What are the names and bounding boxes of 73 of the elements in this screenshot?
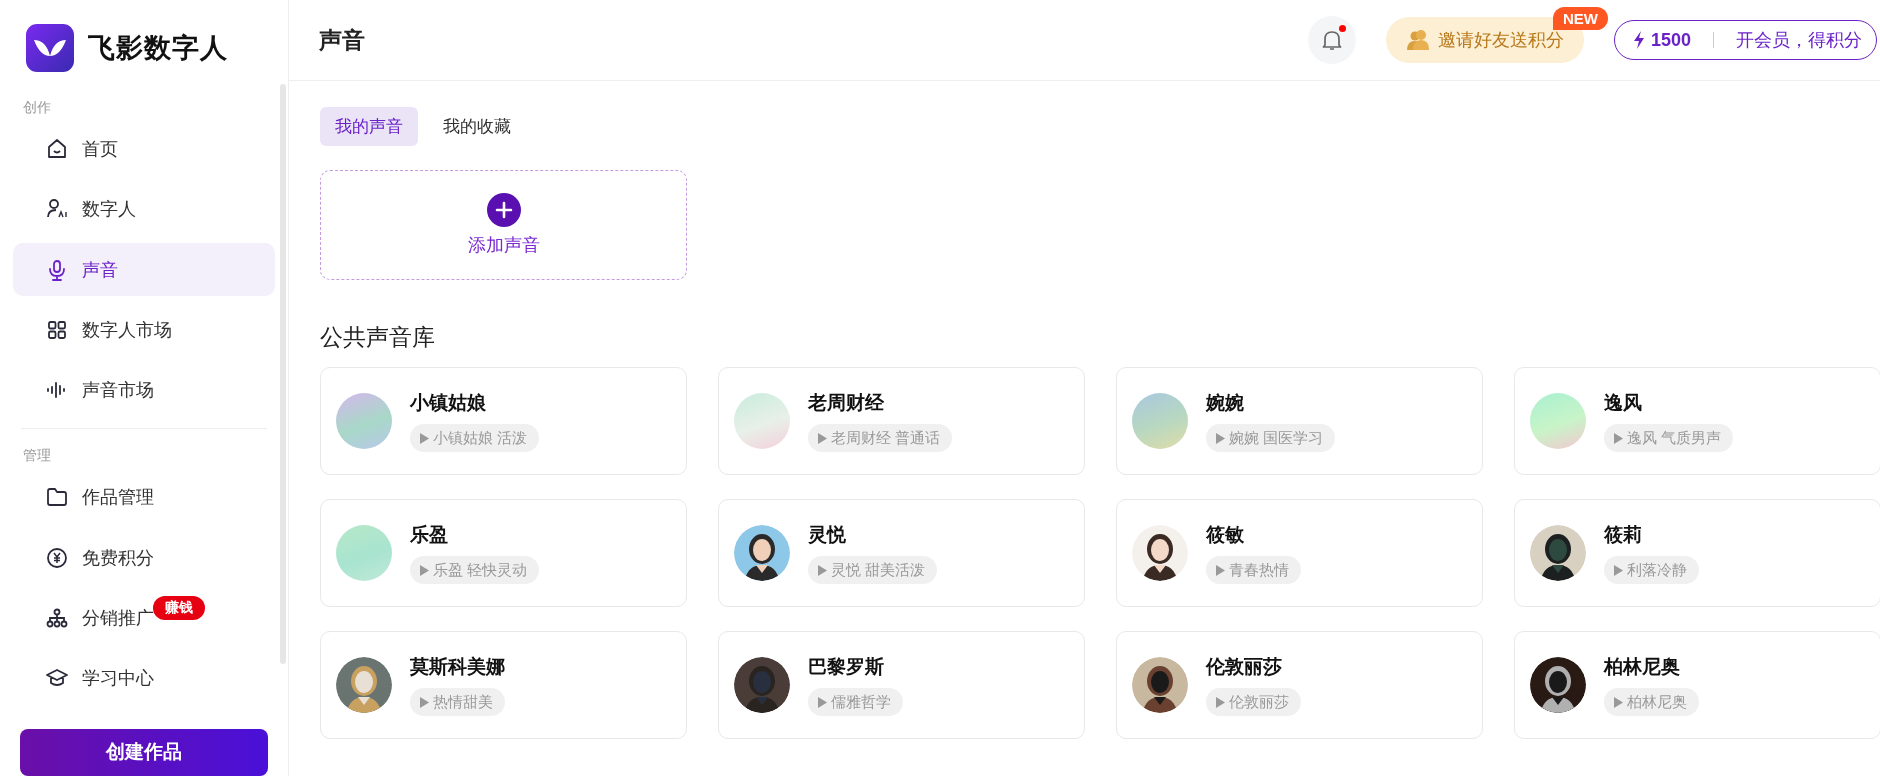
voice-name: 莫斯科美娜 — [410, 655, 505, 679]
gradient-avatar — [1530, 393, 1586, 449]
play-icon — [420, 432, 429, 444]
logo-icon — [26, 24, 74, 73]
voice-name: 筱莉 — [1604, 523, 1643, 547]
play-icon — [818, 696, 827, 708]
page-title: 声音 — [319, 25, 366, 55]
voice-name: 灵悦 — [808, 523, 847, 547]
voice-name: 逸风 — [1604, 391, 1643, 415]
voice-card[interactable]: 巴黎罗斯 儒雅哲学 — [718, 631, 1085, 739]
play-icon — [1216, 564, 1225, 576]
sidebar-item[interactable]: 首页 — [13, 122, 275, 176]
voice-card[interactable]: 筱敏 青春热情 — [1116, 499, 1483, 607]
tab[interactable]: 我的声音 — [320, 107, 418, 146]
folder-icon — [46, 486, 68, 509]
play-icon — [1216, 696, 1225, 708]
section-title: 创作 — [22, 97, 52, 117]
voice-card[interactable]: 伦敦丽莎 伦敦丽莎 — [1116, 631, 1483, 739]
microphone-icon — [46, 258, 68, 281]
new-badge: NEW — [1552, 7, 1608, 30]
voice-card[interactable]: 老周财经 老周财经 普通话 — [718, 367, 1085, 475]
voice-name: 巴黎罗斯 — [808, 655, 885, 679]
sidebar-item[interactable]: 学习中心 — [13, 652, 275, 705]
gradient-avatar — [734, 393, 790, 449]
section-heading: 公共声音库 — [320, 323, 436, 352]
sidebar-item[interactable]: 数字人 — [13, 183, 275, 236]
voice-name: 小镇姑娘 — [410, 391, 487, 415]
voice-name: 婉婉 — [1206, 391, 1245, 415]
play-icon — [1614, 564, 1623, 576]
voice-name: 柏林尼奥 — [1604, 655, 1681, 679]
plus-icon — [486, 193, 521, 227]
brand-name: 飞影数字人 — [88, 32, 228, 66]
points-count: 1500 — [1650, 29, 1691, 51]
scrollbar[interactable] — [280, 84, 286, 664]
sidebar-item[interactable]: 数字人市场 — [13, 303, 275, 356]
promo-badge: 赚钱 — [153, 595, 205, 620]
play-icon — [420, 564, 429, 576]
notification-button[interactable] — [1307, 16, 1356, 64]
membership-button[interactable]: 1500 开会员，得积分 — [1613, 20, 1877, 60]
sidebar-item[interactable]: 分销推广 赚钱 — [13, 591, 275, 645]
voice-card[interactable]: 莫斯科美娜 热情甜美 — [320, 631, 687, 739]
play-icon — [818, 432, 827, 444]
membership-label: 开会员，得积分 — [1736, 29, 1862, 52]
voice-card[interactable]: 乐盈 乐盈 轻快灵动 — [320, 499, 687, 607]
voice-name: 筱敏 — [1206, 523, 1245, 547]
voice-name: 乐盈 — [410, 523, 449, 547]
play-icon — [818, 564, 827, 576]
voice-card[interactable]: 婉婉 婉婉 国医学习 — [1116, 367, 1483, 475]
play-icon — [420, 696, 429, 708]
voice-name: 伦敦丽莎 — [1206, 655, 1283, 679]
home-icon — [46, 137, 68, 160]
gradient-avatar — [336, 393, 392, 449]
play-icon — [1216, 432, 1225, 444]
sidebar-item[interactable]: 声音市场 — [13, 364, 275, 417]
sidebar-item[interactable]: 免费积分 — [13, 531, 275, 584]
create-button[interactable]: 创建作品 — [20, 728, 268, 776]
section-title: 管理 — [22, 446, 52, 466]
voice-name: 老周财经 — [808, 391, 885, 415]
tab[interactable]: 我的收藏 — [428, 107, 526, 146]
play-icon — [1614, 696, 1623, 708]
gradient-avatar — [336, 525, 392, 581]
network-icon — [46, 607, 68, 630]
gradient-avatar — [1132, 393, 1188, 449]
grid-icon — [46, 318, 68, 341]
voice-card[interactable]: 小镇姑娘 小镇姑娘 活泼 — [320, 367, 687, 475]
yen-coin-icon — [46, 546, 68, 569]
sidebar-item[interactable]: 声音 — [13, 243, 275, 296]
add-voice-button[interactable]: 添加声音 — [320, 170, 687, 280]
people-icon — [1405, 29, 1430, 51]
play-icon — [1614, 432, 1623, 444]
voice-card[interactable]: 灵悦 灵悦 甜美活泼 — [718, 499, 1085, 607]
sidebar-item[interactable]: 作品管理 — [13, 471, 275, 524]
lightning-icon — [1632, 31, 1645, 49]
